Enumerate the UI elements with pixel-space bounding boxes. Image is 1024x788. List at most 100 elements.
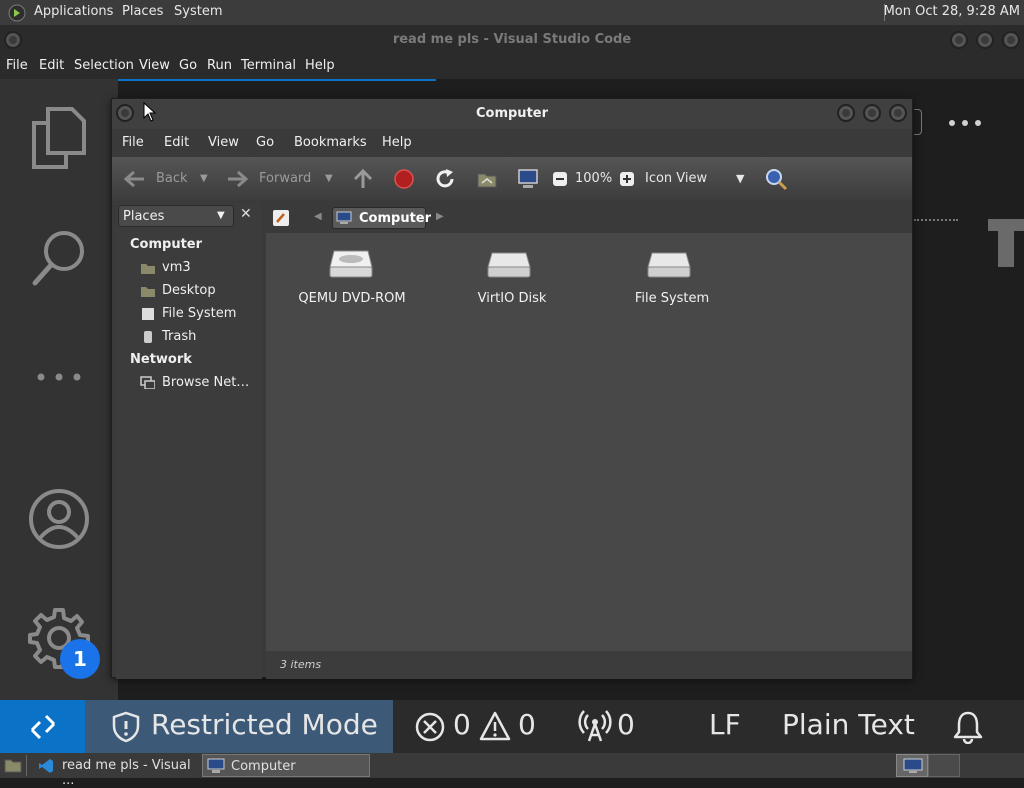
vscode-icon [39, 759, 53, 773]
restricted-mode-label: Restricted Mode [151, 708, 378, 741]
sidebar-item-vm3[interactable]: vm3 [162, 260, 191, 275]
warning-count[interactable]: 0 [518, 708, 536, 741]
minimap-slider[interactable] [998, 227, 1014, 267]
forward-arrow-icon[interactable] [226, 169, 250, 189]
zoom-in-icon[interactable] [619, 171, 635, 187]
vscode-window-title: read me pls - Visual Studio Code [392, 32, 632, 47]
fm-menu-bookmarks[interactable]: Bookmarks [294, 135, 367, 150]
sidebar-heading-network: Network [130, 352, 192, 367]
desktop-folder-icon [141, 287, 155, 297]
end-of-line[interactable]: LF [709, 708, 741, 741]
sidebar-item-desktop[interactable]: Desktop [162, 283, 216, 298]
taskbar-task-vscode[interactable]: read me pls - Visual ... [32, 754, 200, 788]
menu-help[interactable]: Help [305, 58, 335, 73]
error-icon[interactable] [414, 711, 446, 743]
menu-run[interactable]: Run [207, 58, 232, 73]
minimize-button[interactable] [950, 31, 968, 49]
taskbar-task-computer[interactable]: Computer [202, 754, 370, 777]
show-desktop-icon[interactable] [4, 757, 22, 773]
minimap-line [914, 219, 958, 223]
system-menu[interactable]: System [174, 4, 222, 19]
ports-broadcast-icon[interactable] [578, 709, 612, 743]
fm-maximize-button[interactable] [863, 104, 881, 122]
menu-selection[interactable]: Selection [74, 58, 134, 73]
restricted-mode-indicator[interactable]: Restricted Mode [85, 700, 393, 753]
error-count[interactable]: 0 [453, 708, 471, 741]
stop-icon[interactable] [394, 169, 414, 189]
fm-menu-file[interactable]: File [122, 135, 144, 150]
home-folder-icon[interactable] [476, 169, 498, 189]
back-button-label[interactable]: Back [156, 171, 188, 186]
ports-count[interactable]: 0 [617, 708, 635, 741]
fm-menu-go[interactable]: Go [256, 135, 274, 150]
fm-menu-view[interactable]: View [208, 135, 239, 150]
home-folder-icon [141, 264, 155, 274]
path-left-arrow-icon[interactable]: ◀ [314, 211, 322, 222]
clock[interactable]: Mon Oct 28, 9:28 AM [884, 4, 1020, 19]
updates-badge[interactable]: 1 [60, 639, 100, 679]
explorer-icon[interactable] [30, 107, 86, 169]
up-arrow-icon[interactable] [352, 168, 374, 190]
sidebar-item-browse-network[interactable]: Browse Net… [162, 375, 249, 390]
path-right-arrow-icon[interactable]: ▶ [436, 211, 444, 222]
applications-menu[interactable]: Applications [34, 4, 113, 19]
warning-icon[interactable] [479, 710, 511, 742]
fm-close-button[interactable] [889, 104, 907, 122]
sidebar-selector[interactable]: Places ▼ [118, 205, 234, 227]
icon-view[interactable]: QEMU DVD-ROM VirtIO Disk File System [266, 233, 912, 651]
menu-file[interactable]: File [6, 58, 28, 73]
more-actions-icon[interactable] [948, 119, 982, 127]
computer-icon [336, 211, 352, 224]
file-item-label[interactable]: File System [592, 291, 752, 306]
menu-edit[interactable]: Edit [39, 58, 64, 73]
edit-location-icon[interactable] [272, 209, 290, 227]
sidebar-item-file-system[interactable]: File System [162, 306, 236, 321]
remote-indicator[interactable] [0, 700, 85, 753]
hard-drive-icon [487, 252, 531, 278]
menu-go[interactable]: Go [179, 58, 197, 73]
close-sidebar-icon[interactable]: ✕ [240, 206, 252, 222]
zoom-level[interactable]: 100% [575, 171, 612, 186]
reload-icon[interactable] [434, 168, 456, 190]
language-mode[interactable]: Plain Text [782, 708, 915, 741]
view-mode-dropdown-icon[interactable]: ▼ [736, 172, 744, 185]
maximize-button[interactable] [976, 31, 994, 49]
fm-menu-help[interactable]: Help [382, 135, 412, 150]
applications-menu-icon[interactable] [8, 4, 26, 22]
path-button-computer[interactable]: Computer [332, 207, 431, 229]
bell-icon[interactable] [952, 710, 984, 744]
file-item-label[interactable]: QEMU DVD-ROM [272, 291, 432, 306]
vscode-titlebar[interactable]: read me pls - Visual Studio Code [0, 25, 1024, 55]
more-views-icon[interactable] [36, 371, 86, 383]
forward-history-dropdown-icon[interactable]: ▼ [325, 173, 333, 184]
fm-window-menu-button[interactable] [116, 104, 134, 122]
top-panel: Applications Places System Mon Oct 28, 9… [0, 0, 1024, 25]
forward-button-label[interactable]: Forward [259, 171, 311, 186]
computer-icon[interactable] [517, 168, 539, 190]
workspace-2[interactable] [928, 754, 960, 777]
mouse-cursor-icon [143, 102, 157, 122]
file-manager-window[interactable]: Computer File Edit View Go Bookmarks Hel… [111, 98, 913, 679]
window-menu-button[interactable] [4, 31, 22, 49]
trash-icon [144, 331, 152, 343]
file-item-label[interactable]: VirtIO Disk [432, 291, 592, 306]
file-manager-titlebar[interactable]: Computer [112, 99, 912, 129]
places-menu[interactable]: Places [122, 4, 163, 19]
active-tab-indicator [118, 79, 436, 81]
search-icon[interactable] [30, 227, 90, 287]
menu-terminal[interactable]: Terminal [241, 58, 296, 73]
workspace-switcher[interactable] [896, 754, 928, 777]
file-manager-toolbar: Back ▼ Forward ▼ 100% Icon View ▼ [112, 157, 912, 201]
back-arrow-icon[interactable] [122, 169, 146, 189]
fm-minimize-button[interactable] [837, 104, 855, 122]
fm-menu-edit[interactable]: Edit [164, 135, 189, 150]
view-mode-select[interactable]: Icon View [645, 171, 707, 186]
editor-action-frame [914, 109, 922, 135]
close-button[interactable] [1002, 31, 1020, 49]
accounts-icon[interactable] [28, 488, 90, 550]
zoom-out-icon[interactable] [552, 171, 568, 187]
sidebar-item-trash[interactable]: Trash [162, 329, 196, 344]
back-history-dropdown-icon[interactable]: ▼ [200, 173, 208, 184]
menu-view[interactable]: View [139, 58, 170, 73]
search-magnifier-icon[interactable] [764, 167, 788, 191]
